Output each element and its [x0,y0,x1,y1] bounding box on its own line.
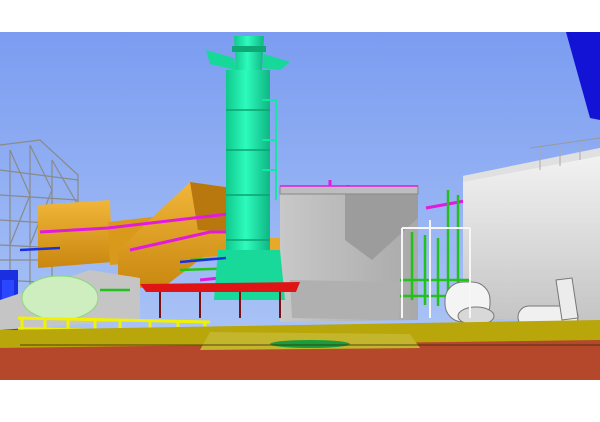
plant-render [0,0,600,422]
bottom-letterbox [0,380,600,422]
green-ellipse [21,275,99,321]
grey-building [279,185,419,322]
top-letterbox [0,0,600,32]
ground [0,320,600,380]
